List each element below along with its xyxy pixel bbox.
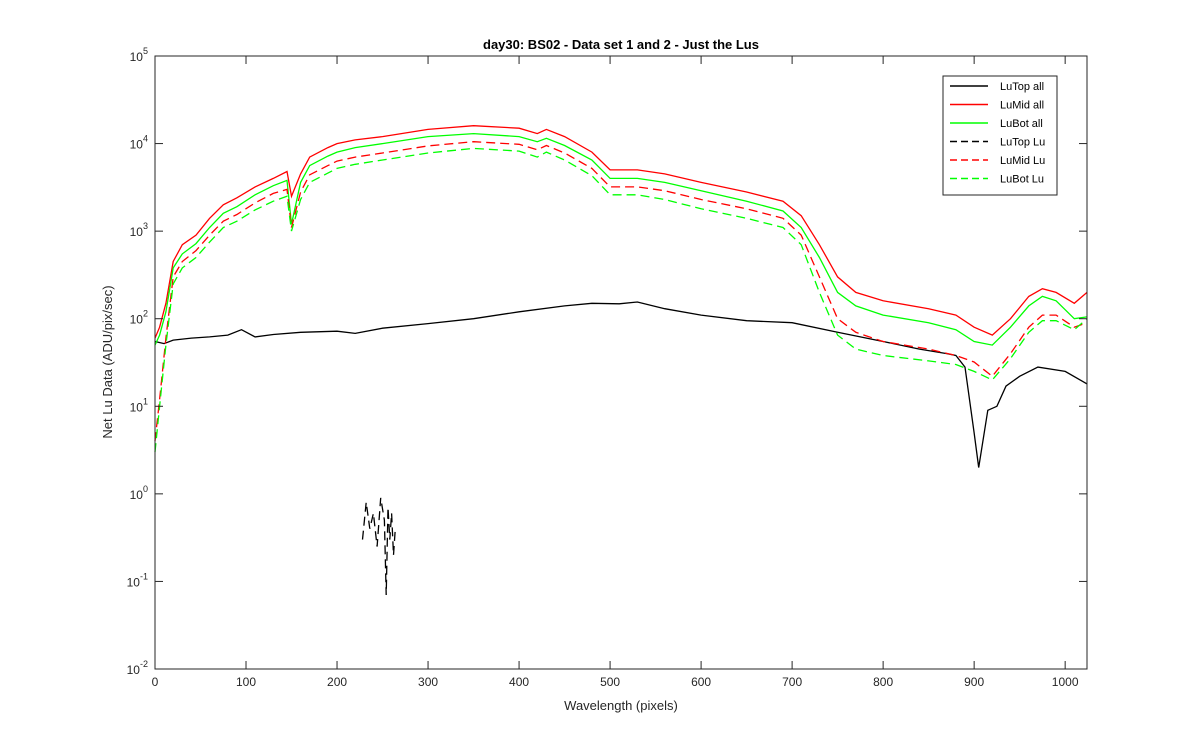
y-tick-label-2: 100 — [130, 484, 148, 502]
x-tick-label-0: 0 — [152, 675, 159, 689]
legend: LuTop all LuMid all LuBot all LuTop Lu LuMid… — [942, 75, 1058, 196]
y-tick-label-4: 102 — [130, 309, 148, 327]
x-tick-label-5: 500 — [600, 675, 620, 689]
legend-entry-2: LuBot all — [1000, 118, 1043, 130]
x-tick-label-2: 200 — [327, 675, 347, 689]
y-tick-label-1: 10-1 — [127, 571, 148, 589]
legend-entry-5: LuBot Lu — [1000, 174, 1044, 186]
x-tick-label-10: 1000 — [1052, 675, 1079, 689]
x-tick-label-8: 800 — [873, 675, 893, 689]
y-tick-label-7: 105 — [130, 46, 148, 64]
legend-entry-0: LuTop all — [1000, 81, 1044, 93]
x-tick-label-1: 100 — [236, 675, 256, 689]
chart-title: day30: BS02 - Data set 1 and 2 - Just th… — [483, 37, 759, 52]
y-tick-label-3: 101 — [130, 396, 148, 414]
legend-entry-1: LuMid all — [1000, 100, 1044, 112]
x-tick-label-6: 600 — [691, 675, 711, 689]
x-axis-label: Wavelength (pixels) — [564, 698, 678, 713]
y-axis-label: Net Lu Data (ADU/pix/sec) — [100, 285, 115, 438]
y-tick-label-6: 104 — [130, 134, 148, 152]
y-tick-label-5: 103 — [130, 221, 148, 239]
legend-entry-4: LuMid Lu — [1000, 155, 1045, 167]
x-tick-label-3: 300 — [418, 675, 438, 689]
x-tick-label-7: 700 — [782, 675, 802, 689]
x-tick-label-4: 400 — [509, 675, 529, 689]
x-tick-label-9: 900 — [964, 675, 984, 689]
line-chart: 0 100 200 300 400 500 600 700 800 900 1000 10-2 10-1… — [100, 37, 1088, 713]
y-tick-label-0: 10-2 — [127, 659, 148, 677]
legend-entry-3: LuTop Lu — [1000, 137, 1045, 149]
